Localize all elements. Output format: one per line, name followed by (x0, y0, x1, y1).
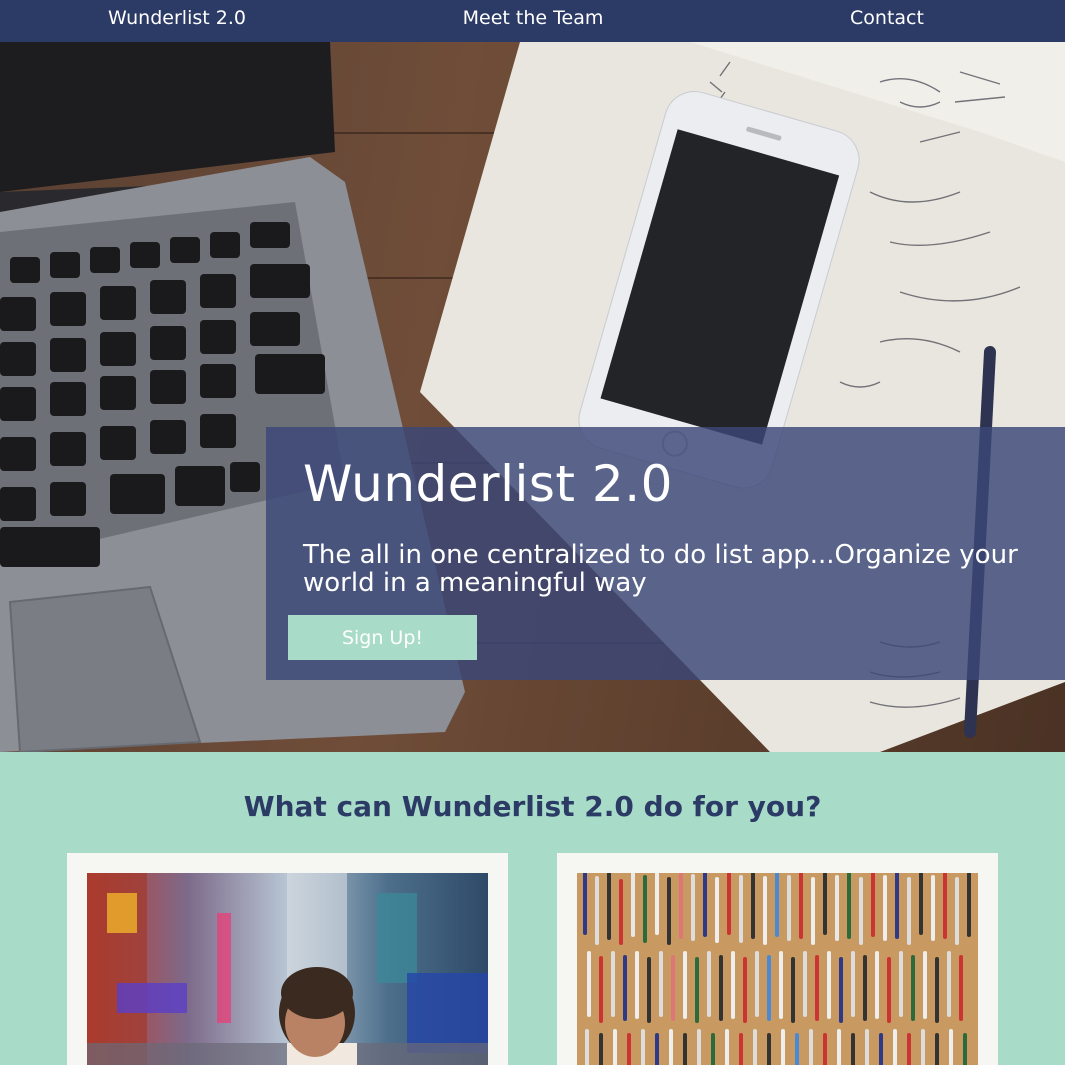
feature-card (67, 853, 508, 1065)
city-street-photo (87, 873, 488, 1065)
nav-link-team[interactable]: Meet the Team (383, 0, 683, 42)
features-heading: What can Wunderlist 2.0 do for you? (243, 790, 822, 823)
top-nav: Wunderlist 2.0 Meet the Team Contact (0, 0, 1065, 42)
hero-title: Wunderlist 2.0 (303, 455, 673, 513)
feature-card (557, 853, 998, 1065)
hero-subtitle: The all in one centralized to do list ap… (303, 540, 1018, 598)
signup-button[interactable]: Sign Up! (288, 615, 477, 660)
hero-section: Wunderlist 2.0 The all in one centralize… (0, 42, 1065, 752)
nav-link-contact[interactable]: Contact (737, 0, 1037, 42)
pens-wall-photo (577, 873, 978, 1065)
hero-overlay-panel: Wunderlist 2.0 The all in one centralize… (266, 427, 1065, 680)
nav-link-home[interactable]: Wunderlist 2.0 (27, 0, 327, 42)
